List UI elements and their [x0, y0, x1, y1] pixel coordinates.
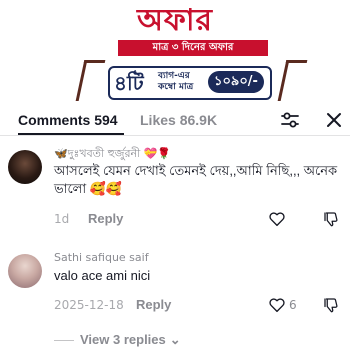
tab-comments[interactable]: Comments 594 [18, 110, 118, 130]
heart-icon[interactable] [268, 296, 286, 314]
dislike-icon[interactable] [322, 210, 340, 228]
chevron-down-icon: ⌄ [169, 332, 181, 347]
close-icon[interactable] [324, 110, 344, 130]
comment-time: 2025-12-18 [54, 298, 124, 312]
ad-title: অফার [136, 3, 214, 38]
reply-button[interactable]: Reply [136, 296, 171, 314]
filter-sliders-icon[interactable] [280, 110, 300, 130]
replies-divider [54, 340, 74, 341]
bag-icon [277, 60, 308, 101]
like-count: 6 [289, 298, 297, 312]
ad-subtitle: মাত্র ৩ দিনের অফার [118, 40, 268, 56]
header-divider [0, 135, 350, 136]
view-replies-button[interactable]: View 3 replies ⌄ [80, 332, 181, 348]
avatar[interactable] [8, 254, 42, 288]
ad-banner[interactable]: অফার মাত্র ৩ দিনের অফার ৪টি ব্যাগ-এর কম্… [0, 0, 350, 104]
sheet-header: Comments 594 Likes 86.9K [0, 104, 350, 136]
comment-text: আসলেই যেমন দেখাই তেমনই দেয়,,আমি নিছি,,,… [54, 163, 338, 196]
comment-time: 1d [54, 212, 70, 226]
comments-sheet: Comments 594 Likes 86.9K 🦋দুঃখবতী হুর্জু… [0, 104, 350, 350]
dislike-icon[interactable] [322, 296, 340, 314]
bag-icon [75, 60, 106, 101]
comment-username[interactable]: 🦋দুঃখবতী হুর্জুরনী 💝🌹 [54, 146, 171, 162]
avatar[interactable] [8, 150, 42, 184]
comment-text: valo ace ami nici [54, 268, 151, 283]
comment-username[interactable]: Sathi safique saif [54, 250, 149, 266]
offer-price: ১০৯০/- [208, 71, 264, 93]
view-replies-label: View 3 replies [80, 332, 166, 347]
tab-likes[interactable]: Likes 86.9K [140, 110, 217, 130]
reply-button[interactable]: Reply [88, 210, 123, 228]
heart-icon[interactable] [268, 210, 286, 228]
offer-box: ৪টি ব্যাগ-এর কম্বো মাত্র ১০৯০/- [108, 66, 272, 100]
offer-count: ৪টি [114, 71, 144, 95]
offer-description: ব্যাগ-এর কম্বো মাত্র [158, 71, 194, 92]
